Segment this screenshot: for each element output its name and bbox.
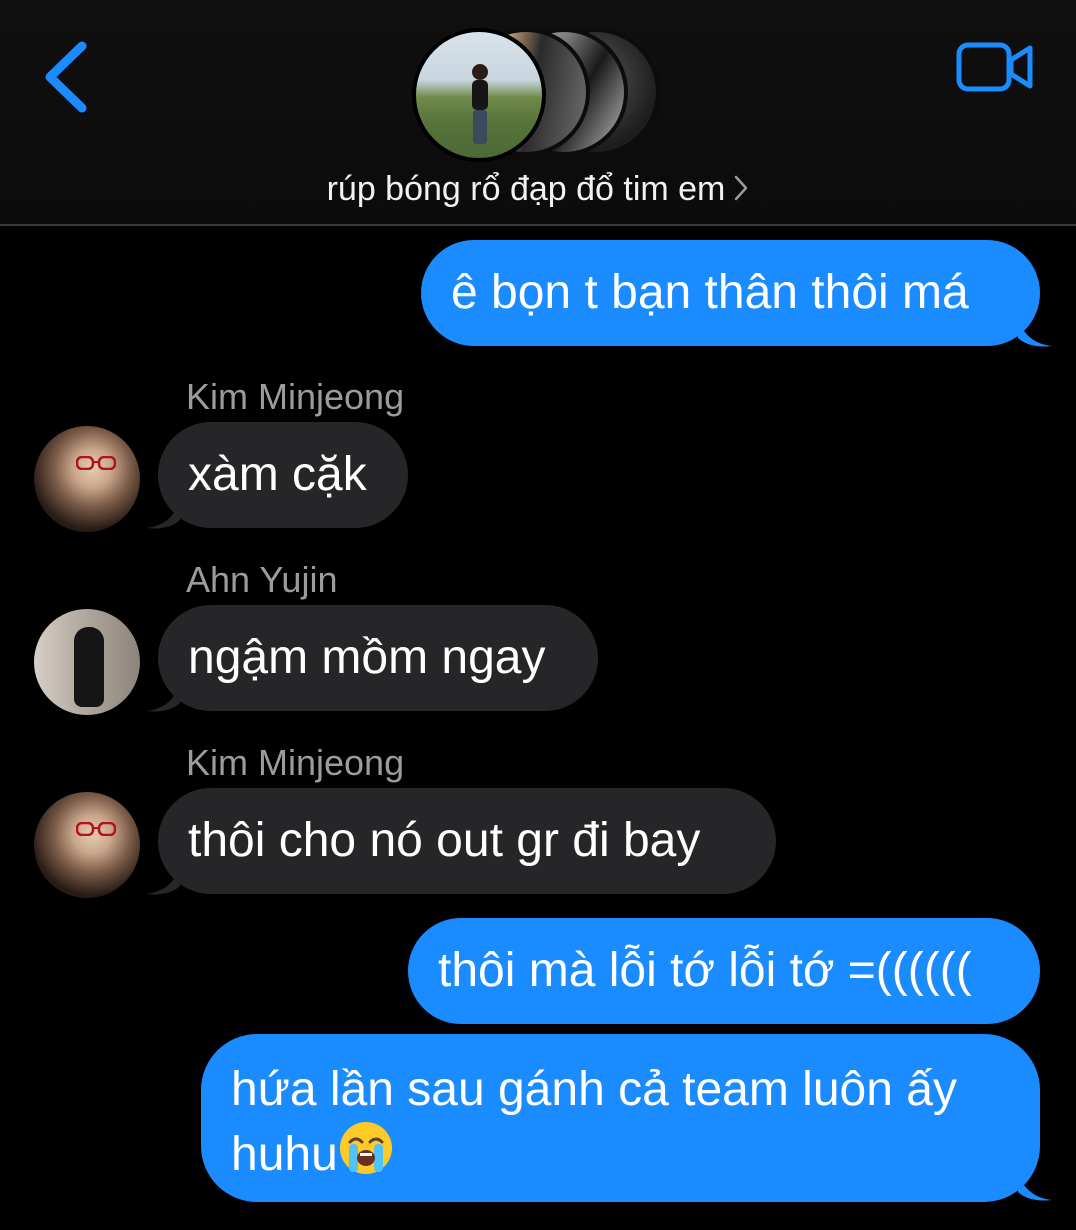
- group-avatar-stack[interactable]: [412, 28, 668, 162]
- message-bubble-incoming[interactable]: ngậm mồm ngay: [158, 605, 598, 711]
- group-name-label: rúp bóng rổ đạp đổ tim em: [326, 170, 726, 208]
- member-avatar: [412, 28, 546, 162]
- avatar[interactable]: [34, 792, 140, 898]
- bubble-tail: [1018, 1172, 1052, 1201]
- bubble-tail: [146, 500, 180, 529]
- avatar[interactable]: [34, 609, 140, 715]
- message-bubble-incoming[interactable]: thôi cho nó out gr đi bay: [158, 788, 776, 894]
- chevron-left-icon: [45, 41, 87, 113]
- message-text: thôi cho nó out gr đi bay: [188, 814, 701, 867]
- person-figure: [472, 64, 488, 144]
- sender-name: Ahn Yujin: [186, 559, 338, 600]
- video-camera-icon: [956, 42, 1033, 92]
- sender-name: Kim Minjeong: [186, 376, 405, 417]
- group-name[interactable]: rúp bóng rổ đạp đổ tim em: [0, 170, 1076, 211]
- bubble-tail: [146, 683, 180, 712]
- glasses-detail: [76, 456, 116, 470]
- message-text-line: hứa lần sau gánh cả team luôn ấy: [231, 1063, 957, 1116]
- message-text: thôi mà lỗi tớ lỗi tớ =((((((: [438, 944, 972, 997]
- avatar[interactable]: [34, 426, 140, 532]
- message-text: xàm cặk: [188, 448, 367, 501]
- chevron-right-icon: [733, 172, 749, 211]
- back-button[interactable]: [40, 40, 100, 114]
- sender-name: Kim Minjeong: [186, 742, 405, 783]
- chat-header: rúp bóng rổ đạp đổ tim em: [0, 0, 1076, 226]
- message-text: ngậm mồm ngay: [188, 631, 546, 684]
- video-call-button[interactable]: [956, 42, 1034, 94]
- message-bubble-incoming[interactable]: xàm cặk: [158, 422, 408, 528]
- glasses-detail: [76, 822, 116, 836]
- message-text: huhu: [231, 1128, 338, 1181]
- message-bubble-outgoing[interactable]: ê bọn t bạn thân thôi má: [421, 240, 1040, 346]
- bubble-tail: [146, 866, 180, 895]
- bubble-tail: [1018, 318, 1052, 347]
- message-text-line: huhu: [231, 1120, 1040, 1185]
- message-bubble-outgoing[interactable]: hứa lần sau gánh cả team luôn ấy huhu: [201, 1034, 1040, 1202]
- loudly-crying-face-icon: [339, 1122, 392, 1174]
- person-figure: [74, 627, 104, 707]
- message-bubble-outgoing[interactable]: thôi mà lỗi tớ lỗi tớ =((((((: [408, 918, 1040, 1024]
- message-text: ê bọn t bạn thân thôi má: [451, 266, 969, 319]
